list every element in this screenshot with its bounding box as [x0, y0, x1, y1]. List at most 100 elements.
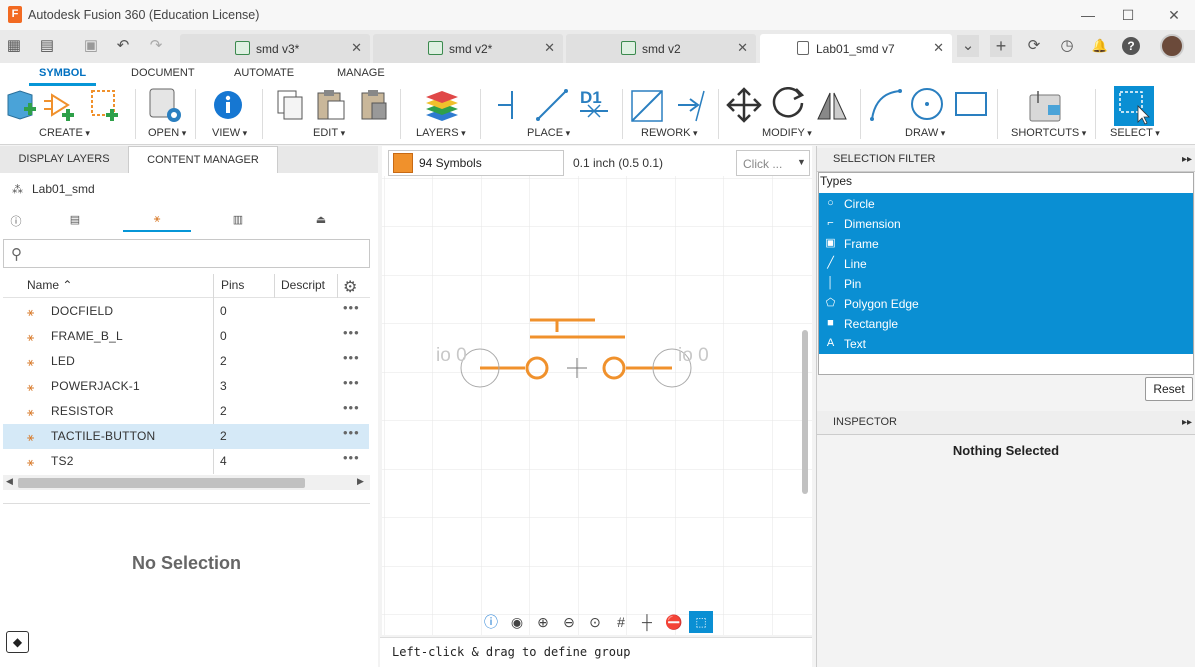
rework-icons[interactable] [630, 87, 710, 125]
table-row[interactable]: ⚹ LED 2 ••• [3, 349, 369, 374]
symbol-editor-canvas[interactable]: io 0 io 0 [382, 146, 812, 635]
row-more-icon[interactable]: ••• [343, 325, 360, 340]
rework-menu[interactable]: REWORK [641, 127, 698, 139]
tab-smd-v2-modified[interactable]: smd v2* ✕ [373, 34, 563, 63]
shortcuts-menu[interactable]: SHORTCUTS [1011, 127, 1086, 139]
info-tab-icon[interactable]: ⓘ [8, 213, 24, 228]
place-menu[interactable]: PLACE [527, 127, 570, 139]
open-menu[interactable]: OPEN [148, 127, 186, 139]
new-tab-icon[interactable]: + [990, 35, 1012, 57]
reset-button[interactable]: Reset [1145, 377, 1193, 401]
file-menu-icon[interactable]: ▤ [36, 35, 58, 57]
draw-icons[interactable] [866, 87, 990, 125]
edit-menu[interactable]: EDIT [313, 127, 345, 139]
minimize-button[interactable]: — [1078, 5, 1098, 25]
table-row[interactable]: ⚹ RESISTOR 2 ••• [3, 399, 369, 424]
device-tab-icon[interactable]: ▤ [67, 213, 83, 227]
create-menu[interactable]: CREATE [39, 127, 90, 139]
tab-document[interactable]: DOCUMENT [131, 67, 195, 79]
row-more-icon[interactable]: ••• [343, 300, 360, 315]
column-header-pins[interactable]: Pins [221, 278, 244, 292]
symbol-tab-icon[interactable]: ⚹ [149, 213, 165, 227]
zoom-in-icon[interactable]: ⊕ [535, 614, 551, 630]
row-more-icon[interactable]: ••• [343, 425, 360, 440]
filter-type-line[interactable]: ╱ Line [819, 254, 1193, 274]
table-row-selected[interactable]: ⚹ TACTILE-BUTTON 2 ••• [3, 424, 369, 449]
filter-type-frame[interactable]: ▣ Frame [819, 234, 1193, 254]
tab-lab01-smd-v7[interactable]: Lab01_smd v7 ✕ [760, 34, 952, 63]
symbol-search-input[interactable] [3, 239, 370, 268]
filter-type-text[interactable]: A Text [819, 334, 1193, 354]
layers-icon[interactable] [422, 87, 462, 125]
tab-symbol[interactable]: SYMBOL [39, 67, 86, 79]
modify-menu[interactable]: MODIFY [762, 127, 812, 139]
info-icon[interactable] [212, 89, 244, 121]
select-mode-icon[interactable]: ⬚ [689, 611, 713, 633]
save-icon[interactable]: ▣ [80, 35, 102, 57]
command-input[interactable]: Click ... ▼ [736, 150, 810, 176]
zoom-fit-icon[interactable]: ⊙ [587, 614, 603, 630]
column-header-description[interactable]: Descript [281, 278, 325, 292]
layers-menu[interactable]: LAYERS [416, 127, 466, 139]
info-icon[interactable]: ⓘ [483, 614, 499, 630]
notifications-icon[interactable]: 🔔 [1089, 35, 1111, 57]
table-row[interactable]: ⚹ POWERJACK-1 3 ••• [3, 374, 369, 399]
scroll-left-icon[interactable]: ◀ [6, 476, 13, 487]
row-more-icon[interactable]: ••• [343, 375, 360, 390]
stop-icon[interactable]: ⛔ [665, 614, 682, 630]
scrollbar-thumb[interactable] [18, 478, 305, 488]
job-status-icon[interactable]: ◷ [1056, 35, 1078, 57]
open-library-icon[interactable] [146, 87, 186, 125]
table-row[interactable]: ⚹ DOCFIELD 0 ••• [3, 299, 369, 324]
help-icon[interactable]: ? [1122, 37, 1140, 55]
filter-type-circle[interactable]: ○ Circle [819, 194, 1193, 214]
visibility-eye-icon[interactable]: ◉ [509, 614, 525, 630]
row-more-icon[interactable]: ••• [343, 400, 360, 415]
filter-type-rectangle[interactable]: ■ Rectangle [819, 314, 1193, 334]
expand-inspector-icon[interactable]: ▸▸ [1182, 417, 1192, 428]
tab-manage[interactable]: MANAGE [337, 67, 385, 79]
footprint-tab-icon[interactable]: ▥ [230, 213, 246, 227]
close-window-button[interactable]: ✕ [1164, 5, 1184, 25]
scroll-right-icon[interactable]: ▶ [357, 476, 364, 487]
expand-panel-icon[interactable]: ▸▸ [1182, 154, 1192, 165]
table-row[interactable]: ⚹ TS2 4 ••• [3, 449, 369, 474]
column-settings-gear-icon[interactable]: ⚙ [343, 277, 357, 297]
redo-icon[interactable]: ↷ [145, 35, 167, 57]
select-icon[interactable] [1114, 86, 1154, 126]
tab-close-icon[interactable]: ✕ [351, 40, 362, 56]
tab-list-dropdown-icon[interactable]: ⌄ [957, 35, 979, 57]
row-more-icon[interactable]: ••• [343, 350, 360, 365]
user-avatar[interactable] [1160, 34, 1184, 58]
draw-menu[interactable]: DRAW [905, 127, 945, 139]
undo-icon[interactable]: ↶ [112, 35, 134, 57]
modify-icons[interactable] [726, 87, 850, 125]
maximize-button[interactable]: ☐ [1118, 5, 1138, 25]
tab-close-icon[interactable]: ✕ [737, 40, 748, 56]
create-icons[interactable] [4, 87, 126, 125]
edit-icons[interactable] [272, 87, 392, 125]
tab-smd-v2[interactable]: smd v2 ✕ [566, 34, 756, 63]
tab-content-manager[interactable]: CONTENT MANAGER [128, 146, 278, 173]
tab-close-icon[interactable]: ✕ [544, 40, 555, 56]
package-3d-tab-icon[interactable]: ⏏ [313, 213, 329, 227]
refresh-icon[interactable]: ⟳ [1023, 35, 1045, 57]
place-icons[interactable]: D1 [492, 87, 616, 125]
tag-icon[interactable]: ◆ [6, 631, 29, 653]
table-row[interactable]: ⚹ FRAME_B_L 0 ••• [3, 324, 369, 349]
zoom-out-icon[interactable]: ⊖ [561, 614, 577, 630]
view-menu[interactable]: VIEW [212, 127, 247, 139]
filter-type-dimension[interactable]: ⌐ Dimension [819, 214, 1193, 234]
tab-display-layers[interactable]: DISPLAY LAYERS [0, 146, 128, 173]
crosshair-icon[interactable]: ┼ [639, 614, 655, 630]
shortcuts-icon[interactable] [1026, 87, 1066, 125]
row-more-icon[interactable]: ••• [343, 450, 360, 465]
app-grid-icon[interactable]: ▦ [3, 35, 25, 57]
filter-type-polygon-edge[interactable]: ⬠ Polygon Edge [819, 294, 1193, 314]
select-menu[interactable]: SELECT [1110, 127, 1160, 139]
tab-close-icon[interactable]: ✕ [933, 40, 944, 56]
tab-automate[interactable]: AUTOMATE [234, 67, 294, 79]
column-header-name[interactable]: Name ⌃ [27, 278, 72, 292]
grid-icon[interactable]: # [613, 614, 629, 630]
tab-smd-v3[interactable]: smd v3* ✕ [180, 34, 370, 63]
